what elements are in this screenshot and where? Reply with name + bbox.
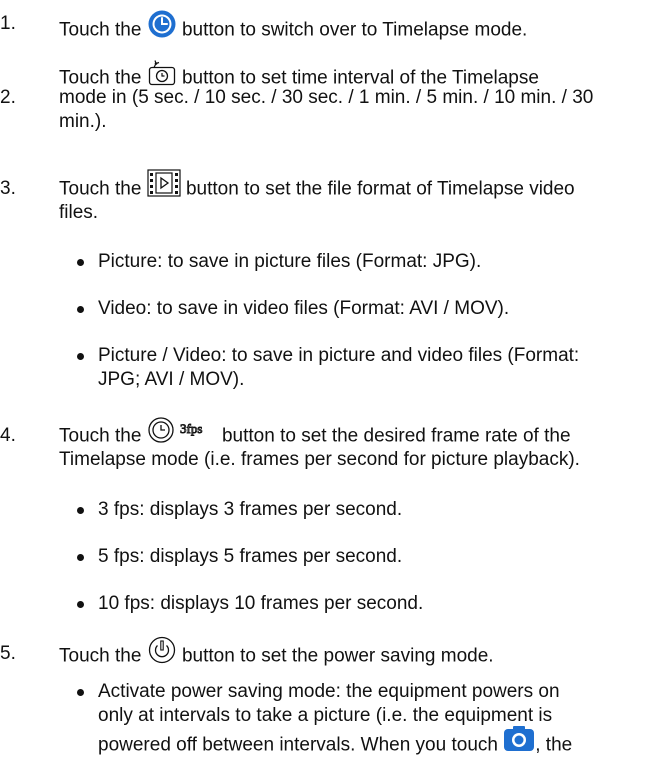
bullet-dot (77, 507, 84, 514)
step-number: 3. (0, 178, 16, 199)
step-number: 2. (0, 87, 16, 108)
step-text-post: button to set the file format of Timelap… (185, 178, 575, 200)
step-text-pre: Touch the (59, 425, 142, 447)
step-text-pre: Touch the (59, 19, 142, 41)
power-saving-icon (147, 635, 177, 672)
timelapse-clock-icon (147, 9, 177, 46)
step-text-pre: Touch the (59, 178, 142, 200)
bullet-dot (77, 306, 84, 313)
interval-timer-icon (147, 57, 177, 94)
film-format-icon (147, 168, 181, 205)
camera-shutter-icon (503, 725, 535, 760)
bullet-dot (77, 353, 84, 360)
step-text-post: button to switch over to Timelapse mode. (181, 19, 528, 41)
frame-rate-label: 3fps (180, 421, 202, 436)
bullet-dot (77, 554, 84, 561)
step-number: 5. (0, 643, 16, 664)
frame-rate-icon: 3fps (147, 415, 217, 452)
bullet-dot (77, 689, 84, 696)
step-text-post: button to set the desired frame rate of … (221, 425, 571, 447)
bullet-dot (77, 259, 84, 266)
step-text-pre: Touch the (59, 645, 142, 667)
step-number: 1. (0, 13, 16, 34)
step-text-line: min.). (59, 111, 107, 132)
step-number: 4. (0, 425, 16, 446)
bullet-dot (77, 601, 84, 608)
step-text-post: button to set the power saving mode. (181, 645, 494, 667)
